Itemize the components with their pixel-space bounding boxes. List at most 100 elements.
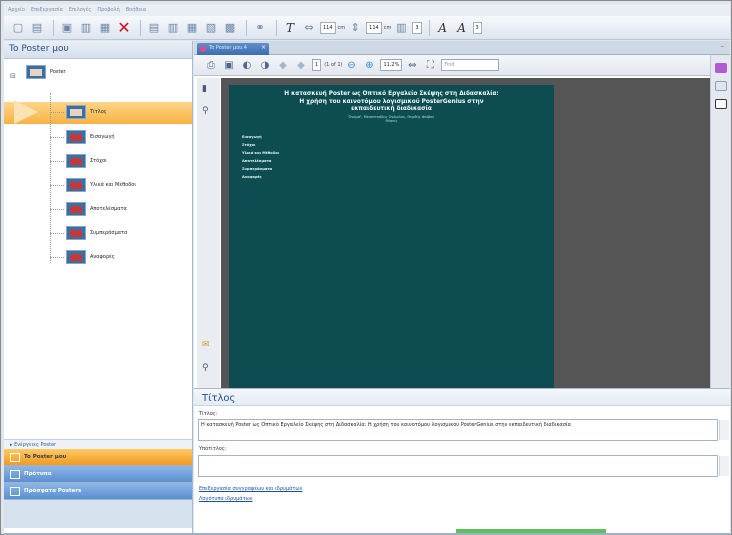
section-thumbnail-icon — [66, 202, 86, 216]
zoom-in-icon[interactable]: ⊕ — [362, 59, 376, 72]
menu-file[interactable]: Αρχείο — [8, 7, 25, 13]
menu-bar: Αρχείο Επεξεργασία Επιλογές Προβολή Βοήθ… — [4, 4, 730, 16]
tree-node-methods[interactable]: Υλικά και Μέθοδοι — [66, 178, 136, 192]
poster-section-heading: Στόχοι — [242, 143, 256, 148]
close-tab-icon[interactable]: × — [261, 44, 266, 51]
next-page-icon[interactable]: ◆ — [294, 59, 308, 72]
comments-icon[interactable]: ✉ — [202, 340, 210, 350]
increase-font-button[interactable]: A — [454, 20, 470, 36]
title-field-label: Τίτλος: — [199, 411, 218, 417]
image-icon[interactable]: ▩ — [222, 20, 238, 36]
institution-logos-link[interactable]: Λογότυπα ιδρυμάτων — [199, 496, 253, 502]
tree-node-conclusions[interactable]: Συμπεράσματα — [66, 226, 127, 240]
fit-width-icon[interactable]: ⇔ — [405, 59, 419, 72]
tree-connector — [50, 93, 51, 263]
subtitle-field[interactable] — [198, 455, 729, 477]
copy-icon[interactable]: ▣ — [59, 20, 75, 36]
layout-icon[interactable] — [715, 81, 727, 91]
toolbar-separator — [140, 19, 141, 36]
title-field[interactable]: Η κατασκευή Poster ως Οπτικό Εργαλείο Σκ… — [198, 419, 729, 441]
tree-node-title[interactable]: Τίτλος — [66, 105, 107, 119]
tree-root-label: Poster — [50, 69, 66, 75]
poster-section-heading: Αποτελέσματα — [242, 159, 272, 164]
save-icon[interactable]: ▣ — [222, 59, 236, 72]
document-tabbar: To Poster μου.4 × – — [194, 41, 730, 55]
document-tab-label: To Poster μου.4 — [209, 45, 247, 51]
poster-sections: Εισαγωγή Στόχοι Υλικά και Μέθοδοι Αποτελ… — [242, 135, 279, 184]
link-icon[interactable]: ⚭ — [252, 20, 268, 36]
tree-connector — [50, 257, 64, 258]
fit-page-icon[interactable]: ⛶ — [423, 59, 437, 72]
nav-recent-posters-button[interactable]: Πρόσφατα Posters — [4, 483, 192, 500]
tree-node-label: Συμπεράσματα — [90, 230, 128, 236]
height-input[interactable]: 114 — [366, 21, 382, 34]
insert-section-icon[interactable]: ▦ — [97, 20, 113, 36]
section-thumbnail-icon — [66, 154, 86, 168]
text-format-icon[interactable]: T — [282, 20, 298, 36]
tree-node-label: Τίτλος — [90, 109, 107, 115]
hand-tool-icon[interactable]: ◑ — [258, 59, 272, 72]
attachments-icon[interactable]: ⚲ — [202, 363, 209, 373]
tree-node-label: Αποτελέσματα — [90, 206, 127, 212]
tree-node-results[interactable]: Αποτελέσματα — [66, 202, 127, 216]
tree-node-references[interactable]: Αναφορές — [66, 250, 115, 264]
nav-templates-button[interactable]: Πρότυπα — [4, 466, 192, 483]
frame-icon[interactable] — [715, 99, 727, 109]
width-unit: cm — [337, 24, 346, 31]
title-field-scrollbar[interactable] — [719, 420, 729, 440]
zoom-input[interactable]: 11,2% — [380, 59, 403, 71]
poster-section-heading: Συμπεράσματα — [242, 167, 273, 172]
tab-menu-icon[interactable]: – — [721, 42, 725, 50]
bookmarks-icon[interactable]: ⚲ — [202, 106, 209, 116]
font-size-input[interactable]: 3 — [472, 21, 482, 34]
toolbar-separator — [53, 19, 54, 36]
page-number-input[interactable]: 1 — [312, 59, 322, 71]
open-document-icon[interactable]: ▤ — [29, 20, 45, 36]
columns-input[interactable]: 3 — [412, 21, 422, 34]
layout-1-icon[interactable]: ▤ — [146, 20, 162, 36]
delete-icon[interactable]: ✕ — [116, 18, 132, 37]
poster-title-line: Η χρήση του καινοτόμου λογισμικού Poster… — [299, 98, 484, 105]
width-input[interactable]: 114 — [320, 21, 336, 34]
layout-3-icon[interactable]: ▦ — [184, 20, 200, 36]
find-input[interactable]: Find — [441, 59, 500, 71]
previous-page-icon[interactable]: ◆ — [276, 59, 290, 72]
tree-connector — [50, 161, 64, 162]
layout-2-icon[interactable]: ▥ — [165, 20, 181, 36]
zoom-out-icon[interactable]: ⊖ — [344, 59, 358, 72]
height-icon: ⇕ — [350, 21, 360, 34]
menu-view[interactable]: Προβολή — [97, 7, 119, 13]
layout-4-icon[interactable]: ▧ — [203, 20, 219, 36]
decrease-font-button[interactable]: A — [435, 20, 451, 36]
theme-icon[interactable] — [715, 63, 727, 73]
tree-root-poster[interactable]: Poster — [26, 65, 66, 79]
tree-node-goals[interactable]: Στόχοι — [66, 154, 107, 168]
my-poster-icon — [10, 452, 20, 462]
menu-help[interactable]: Βοήθεια — [126, 7, 146, 13]
nav-my-poster-button[interactable]: To Poster μου — [4, 449, 192, 466]
paste-icon[interactable]: ▥ — [78, 20, 94, 36]
pages-panel-icon[interactable]: ▮ — [202, 84, 207, 94]
share-icon[interactable]: ◐ — [240, 59, 254, 72]
pdf-preview[interactable]: Η κατασκευή Poster ως Οπτικό Εργαλείο Σκ… — [221, 78, 710, 388]
edit-authors-link[interactable]: Επεξεργασία συγγραφέων και ιδρυμάτων — [199, 486, 302, 492]
subtitle-field-scrollbar[interactable] — [719, 456, 729, 476]
recent-posters-icon — [10, 486, 20, 496]
document-tab[interactable]: To Poster μου.4 × — [197, 43, 269, 55]
panel-title: To Poster μου — [4, 41, 192, 59]
height-unit: cm — [383, 24, 392, 31]
menu-edit[interactable]: Επεξεργασία — [31, 7, 63, 13]
poster-tree: ⊟ Poster Τίτλος Εισαγωγή Στόχοι Υλικά κα… — [4, 60, 192, 445]
columns-icon: ▥ — [396, 21, 407, 34]
app-window: Αρχείο Επεξεργασία Επιλογές Προβολή Βοήθ… — [0, 0, 732, 535]
collapse-icon[interactable]: ⊟ — [10, 72, 16, 80]
menu-options[interactable]: Επιλογές — [69, 7, 91, 13]
tree-node-introduction[interactable]: Εισαγωγή — [66, 130, 115, 144]
poster-page: Η κατασκευή Poster ως Οπτικό Εργαλείο Σκ… — [229, 85, 554, 388]
toolbar-separator — [246, 19, 247, 36]
print-icon[interactable]: ⎙ — [204, 59, 218, 72]
new-document-icon[interactable]: ▢ — [10, 20, 26, 36]
subtitle-field-label: Υπότιτλος: — [199, 446, 227, 452]
poster-actions-toggle[interactable]: ▸ Ενέργειες Poster — [4, 439, 192, 449]
section-thumbnail-icon — [66, 226, 86, 240]
